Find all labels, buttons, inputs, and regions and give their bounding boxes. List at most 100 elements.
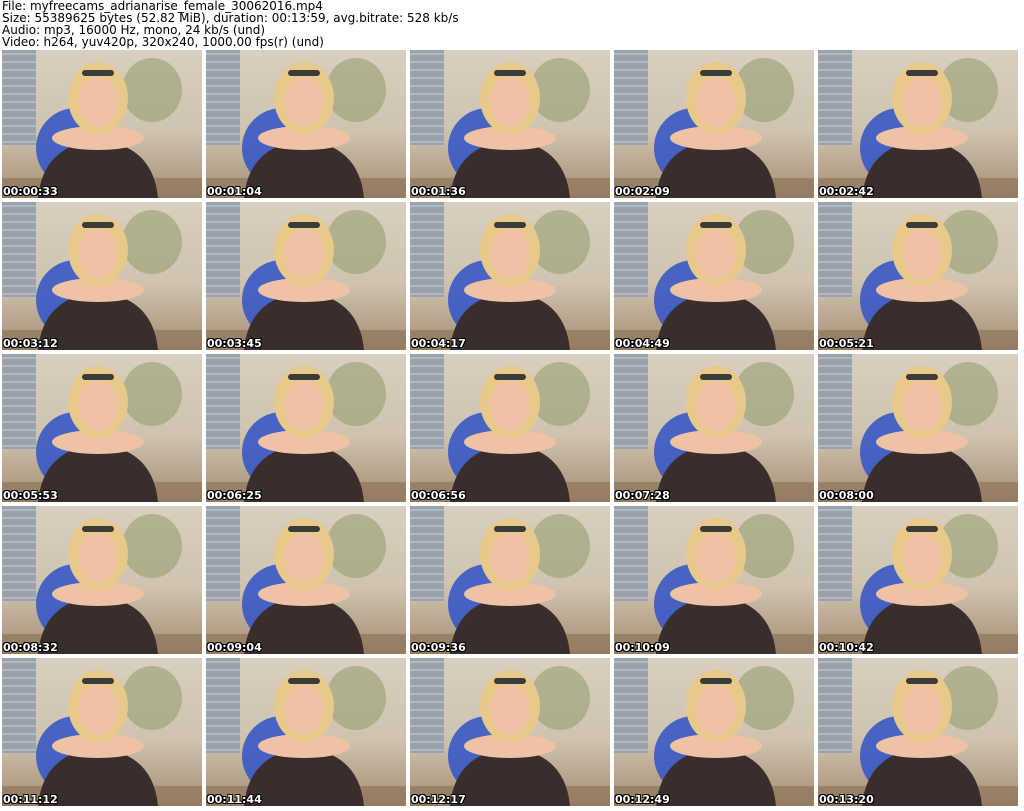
thumbnail-timestamp: 00:06:56 — [411, 489, 466, 502]
thumbnail-timestamp: 00:11:44 — [207, 793, 262, 806]
thumbnail[interactable]: 00:13:20 — [818, 658, 1018, 806]
thumbnail-timestamp: 00:01:36 — [411, 185, 466, 198]
thumbnail-image — [818, 354, 1018, 502]
thumbnail-timestamp: 00:09:04 — [207, 641, 262, 654]
window-shape — [410, 202, 444, 297]
window-shape — [614, 506, 648, 601]
thumbnail-timestamp: 00:08:00 — [819, 489, 874, 502]
thumbnail-timestamp: 00:05:53 — [3, 489, 58, 502]
thumbnail[interactable]: 00:09:36 — [410, 506, 610, 654]
thumbnail-timestamp: 00:06:25 — [207, 489, 262, 502]
thumbnail-image — [614, 354, 814, 502]
thumbnail[interactable]: 00:04:49 — [614, 202, 814, 350]
thumbnail-image — [206, 354, 406, 502]
thumbnail[interactable]: 00:08:32 — [2, 506, 202, 654]
thumbnail-timestamp: 00:07:28 — [615, 489, 670, 502]
thumbnail-image — [2, 202, 202, 350]
thumbnail-timestamp: 00:04:49 — [615, 337, 670, 350]
thumbnail[interactable]: 00:05:53 — [2, 354, 202, 502]
window-shape — [410, 354, 444, 449]
thumbnail[interactable]: 00:12:49 — [614, 658, 814, 806]
thumbnail[interactable]: 00:03:45 — [206, 202, 406, 350]
thumbnail-timestamp: 00:13:20 — [819, 793, 874, 806]
thumbnail-image — [2, 354, 202, 502]
thumbnail-image — [818, 506, 1018, 654]
thumbnail-image — [818, 50, 1018, 198]
thumbnail-timestamp: 00:10:42 — [819, 641, 874, 654]
window-shape — [614, 354, 648, 449]
window-shape — [818, 506, 852, 601]
window-shape — [614, 202, 648, 297]
thumbnail[interactable]: 00:11:12 — [2, 658, 202, 806]
thumbnail-image — [614, 658, 814, 806]
thumbnail-image — [614, 50, 814, 198]
window-shape — [206, 354, 240, 449]
window-shape — [818, 50, 852, 145]
thumbnail-timestamp: 00:00:33 — [3, 185, 58, 198]
thumbnail[interactable]: 00:00:33 — [2, 50, 202, 198]
thumbnail-timestamp: 00:04:17 — [411, 337, 466, 350]
window-shape — [2, 658, 36, 753]
thumbnail[interactable]: 00:07:28 — [614, 354, 814, 502]
thumbnail[interactable]: 00:02:09 — [614, 50, 814, 198]
thumbnail-timestamp: 00:01:04 — [207, 185, 262, 198]
video-info-line: Video: h264, yuv420p, 320x240, 1000.00 f… — [2, 35, 324, 49]
window-shape — [206, 658, 240, 753]
thumbnail-image — [818, 202, 1018, 350]
window-shape — [206, 202, 240, 297]
thumbnail[interactable]: 00:06:56 — [410, 354, 610, 502]
thumbnail-timestamp: 00:12:49 — [615, 793, 670, 806]
thumbnail-timestamp: 00:02:09 — [615, 185, 670, 198]
thumbnail-image — [206, 202, 406, 350]
thumbnail[interactable]: 00:01:04 — [206, 50, 406, 198]
window-shape — [2, 506, 36, 601]
thumbnail-timestamp: 00:10:09 — [615, 641, 670, 654]
thumbnail-timestamp: 00:05:21 — [819, 337, 874, 350]
thumbnail-image — [614, 506, 814, 654]
thumbnail[interactable]: 00:12:17 — [410, 658, 610, 806]
thumbnail-image — [206, 50, 406, 198]
thumbnail-image — [410, 50, 610, 198]
thumbnail-image — [2, 50, 202, 198]
thumbnail-image — [818, 658, 1018, 806]
window-shape — [2, 354, 36, 449]
thumbnail[interactable]: 00:02:42 — [818, 50, 1018, 198]
thumbnail-image — [2, 506, 202, 654]
thumbnail[interactable]: 00:10:09 — [614, 506, 814, 654]
thumbnail-image — [206, 506, 406, 654]
window-shape — [410, 506, 444, 601]
thumbnail-image — [410, 354, 610, 502]
thumbnail[interactable]: 00:09:04 — [206, 506, 406, 654]
thumbnail-image — [206, 658, 406, 806]
thumbnail-timestamp: 00:03:45 — [207, 337, 262, 350]
thumbnail[interactable]: 00:11:44 — [206, 658, 406, 806]
window-shape — [206, 50, 240, 145]
window-shape — [206, 506, 240, 601]
thumbnail-image — [410, 506, 610, 654]
thumbnail-image — [410, 658, 610, 806]
window-shape — [818, 202, 852, 297]
thumbnail-timestamp: 00:09:36 — [411, 641, 466, 654]
window-shape — [2, 50, 36, 145]
thumbnail[interactable]: 00:10:42 — [818, 506, 1018, 654]
thumbnail-timestamp: 00:11:12 — [3, 793, 58, 806]
window-shape — [614, 50, 648, 145]
thumbnail-timestamp: 00:08:32 — [3, 641, 58, 654]
thumbnail-image — [614, 202, 814, 350]
thumbnail-timestamp: 00:02:42 — [819, 185, 874, 198]
window-shape — [614, 658, 648, 753]
window-shape — [410, 658, 444, 753]
window-shape — [818, 354, 852, 449]
thumbnail[interactable]: 00:01:36 — [410, 50, 610, 198]
thumbnail-timestamp: 00:12:17 — [411, 793, 466, 806]
thumbnail[interactable]: 00:08:00 — [818, 354, 1018, 502]
thumbnail-timestamp: 00:03:12 — [3, 337, 58, 350]
thumbnail[interactable]: 00:04:17 — [410, 202, 610, 350]
thumbnail[interactable]: 00:06:25 — [206, 354, 406, 502]
window-shape — [818, 658, 852, 753]
thumbnail[interactable]: 00:05:21 — [818, 202, 1018, 350]
window-shape — [2, 202, 36, 297]
video-info-header: File: myfreecams_adrianarise_female_3006… — [2, 0, 1022, 48]
thumbnail[interactable]: 00:03:12 — [2, 202, 202, 350]
thumbnail-image — [410, 202, 610, 350]
